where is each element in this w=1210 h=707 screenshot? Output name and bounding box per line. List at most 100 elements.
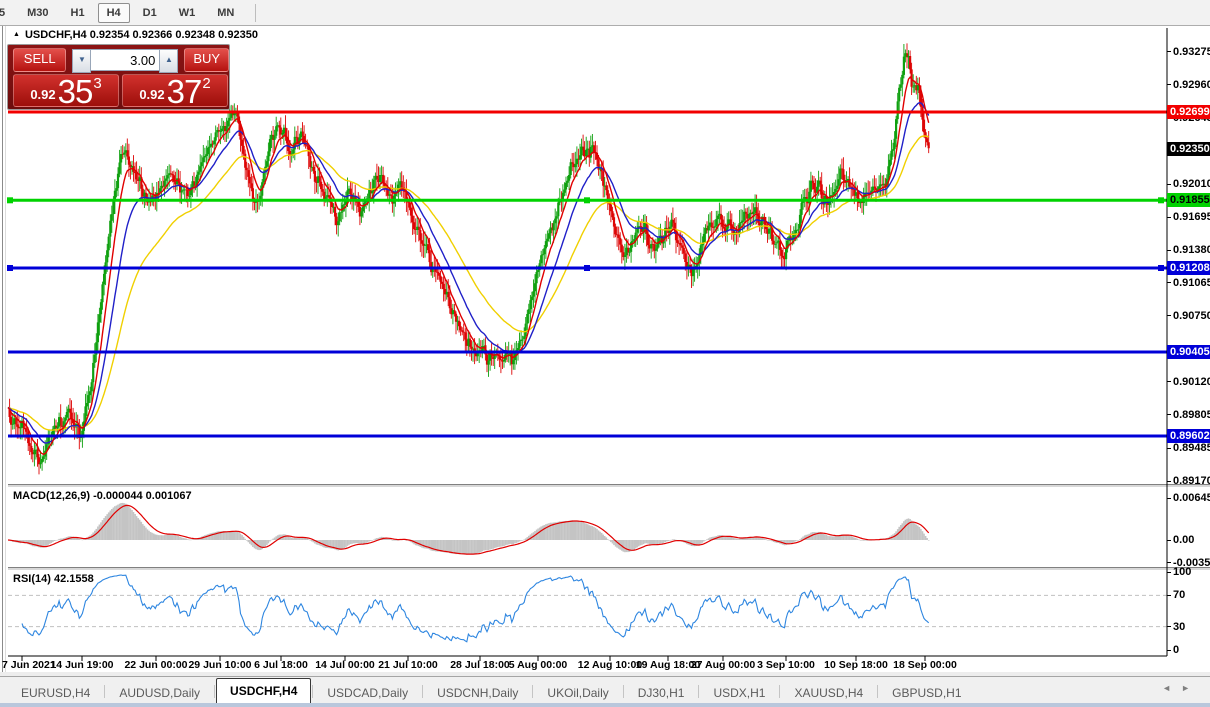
rsi-tick-label: 70: [1173, 589, 1186, 602]
rsi-tick-label: 0: [1173, 644, 1180, 656]
chevron-down-icon: ▼: [77, 55, 86, 64]
chart-tab-xauusd-h4[interactable]: XAUUSD,H4: [781, 682, 876, 704]
tab-separator: [779, 685, 781, 698]
sell-price-pip-digit: 3: [93, 75, 102, 92]
volume-decrease-button[interactable]: ▼: [72, 49, 92, 73]
price-tick: [1167, 481, 1171, 482]
chart-tab-bar: EURUSD,H4 AUDUSD,Daily USDCHF,H4 USDCAD,Dai…: [0, 676, 1210, 704]
price-tick-label: 0.89805: [1173, 408, 1210, 421]
tab-separator: [877, 685, 879, 698]
macd-indicator-label: MACD(12,26,9) -0.000044 0.001067: [13, 490, 192, 502]
tab-separator: [532, 685, 534, 698]
tab-scroll-arrows: ◄►: [1162, 683, 1200, 693]
price-tick-label: 0.91065: [1173, 276, 1210, 289]
ma-slow-line: [7, 135, 929, 431]
price-tick-label: 0.90120: [1173, 375, 1210, 388]
chart-tab-usdcad-daily[interactable]: USDCAD,Daily: [314, 682, 421, 704]
trade-panel-top-row: SELL ▼ ▲ BUY: [8, 48, 229, 73]
tab-separator: [104, 685, 106, 698]
terminal-window: 5M30H1H4D1W1MN ▲USDCHF,H4 0.92354 0.9236…: [0, 0, 1210, 707]
trade-panel-price-row: 0.92 35 3 0.92 37 2: [8, 73, 229, 110]
volume-stepper: ▼ ▲: [72, 49, 179, 73]
price-tick-label: 0.91695: [1173, 211, 1210, 224]
buy-button[interactable]: BUY: [184, 48, 229, 72]
volume-increase-button[interactable]: ▲: [159, 49, 179, 73]
pane-separator[interactable]: [8, 484, 1210, 485]
sell-price-big-digits: 35: [57, 73, 94, 110]
price-tick: [1167, 414, 1171, 415]
macd-histogram: [8, 502, 930, 555]
price-tick: [1167, 250, 1171, 251]
chart-tab-usdx-h1[interactable]: USDX,H1: [700, 682, 778, 704]
price-tick: [1167, 448, 1171, 449]
buy-price-pip-digit: 2: [202, 75, 211, 92]
macd-tick: [1167, 540, 1171, 541]
price-tick-label: 0.89485: [1173, 442, 1210, 455]
macd-tick-label: 0.00: [1173, 534, 1195, 546]
window-left-border: [2, 26, 3, 672]
hline-price-label: 0.92699: [1167, 105, 1210, 119]
price-tick: [1167, 282, 1171, 283]
chart-tab-usdcnh-daily[interactable]: USDCNH,Daily: [424, 682, 531, 704]
rsi-gridlines: [8, 594, 1167, 628]
hline-price-label: 0.91208: [1167, 261, 1210, 275]
collapse-triangle-icon[interactable]: ▲: [13, 31, 20, 38]
hline-price-label: 0.89602: [1167, 429, 1210, 444]
rsi-tick-label: 30: [1173, 620, 1186, 633]
rsi-tick: [1167, 572, 1171, 573]
hline-price-label: 0.91855: [1167, 193, 1210, 208]
price-tick: [1167, 315, 1171, 316]
horizontal-level-lines[interactable]: [7, 110, 1167, 438]
price-tick-label: 0.92010: [1173, 178, 1210, 191]
buy-price-prefix: 0.92: [139, 87, 165, 102]
chart-tab-audusd-daily[interactable]: AUDUSD,Daily: [106, 682, 213, 704]
price-tick-label: 0.92960: [1173, 78, 1210, 91]
chart-tab-gbpusd-h1[interactable]: GBPUSD,H1: [879, 682, 974, 704]
rsi-line: [21, 574, 930, 643]
rsi-tick: [1167, 626, 1171, 627]
rsi-tick: [1167, 595, 1171, 596]
price-tick: [1167, 51, 1171, 52]
chart-title-text: USDCHF,H4 0.92354 0.92366 0.92348 0.9235…: [24, 29, 258, 41]
sell-button[interactable]: SELL: [13, 48, 67, 72]
window-left-border-highlight: [5, 26, 6, 672]
tab-separator: [422, 685, 424, 698]
ma-fast-line: [7, 76, 930, 456]
sell-price-button[interactable]: 0.92 35 3: [13, 73, 119, 110]
tab-scroll-left-icon[interactable]: ◄: [1162, 683, 1181, 693]
price-tick: [1167, 381, 1171, 382]
tab-scroll-right-icon[interactable]: ►: [1181, 683, 1200, 693]
macd-tick: [1167, 562, 1171, 563]
buy-price-big-digits: 37: [166, 73, 203, 110]
price-tick-label: 0.93275: [1173, 45, 1210, 58]
window-bottom-strip: [0, 703, 1210, 707]
price-tick: [1167, 84, 1171, 85]
hline-price-label: 0.90405: [1167, 345, 1210, 360]
price-tick: [1167, 184, 1171, 185]
tab-separator: [622, 685, 624, 698]
tab-separator: [214, 685, 216, 698]
price-tick-label: 0.91380: [1173, 244, 1210, 256]
chart-tab-usdchf-h4[interactable]: USDCHF,H4: [216, 678, 312, 704]
chart-tab-dj30-h1[interactable]: DJ30,H1: [625, 682, 698, 704]
buy-price-button[interactable]: 0.92 37 2: [122, 73, 228, 110]
one-click-trading-panel: SELL ▼ ▲ BUY 0.92 35 3 0.92 37 2: [7, 44, 230, 110]
chart-tab-ukoil-daily[interactable]: UKOil,Daily: [534, 682, 621, 704]
date-label: 18 Sep 00:00: [893, 659, 957, 671]
macd-tick-label: 0.006451: [1173, 492, 1210, 504]
macd-tick: [1167, 498, 1171, 499]
sell-price-prefix: 0.92: [30, 87, 56, 102]
volume-input[interactable]: [91, 49, 160, 71]
rsi-tick: [1167, 650, 1171, 651]
price-tick: [1167, 217, 1171, 218]
current-price-label: 0.92350: [1167, 141, 1210, 156]
price-tick-label: 0.89170: [1173, 475, 1210, 488]
tab-separator: [698, 685, 700, 698]
rsi-indicator-label: RSI(14) 42.1558: [13, 573, 94, 585]
price-tick-label: 0.90750: [1173, 309, 1210, 322]
chevron-up-icon: ▲: [164, 55, 173, 64]
tab-separator: [312, 685, 314, 698]
chart-tab-eurusd-h4[interactable]: EURUSD,H4: [8, 682, 103, 704]
pane-separator[interactable]: [8, 567, 1210, 568]
rsi-tick-label: 100: [1173, 566, 1192, 578]
